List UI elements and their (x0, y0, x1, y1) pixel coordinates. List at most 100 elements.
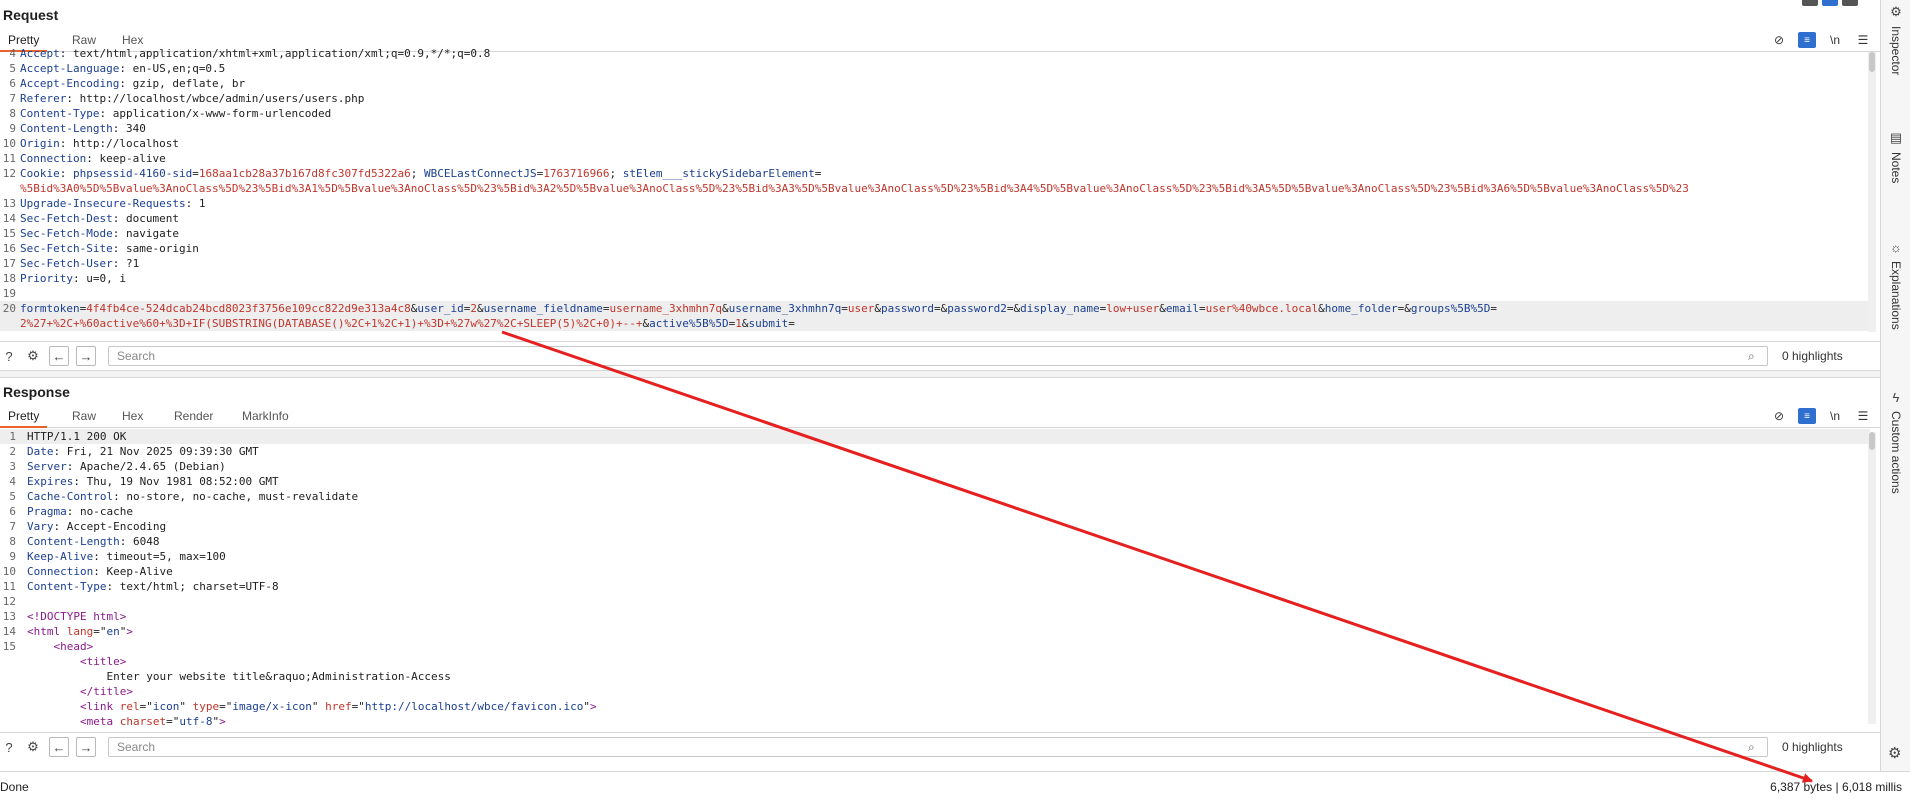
token: <html (27, 625, 67, 638)
request-line[interactable]: 7 Referer: http://localhost/wbce/admin/us… (0, 91, 1870, 106)
response-line[interactable]: 1 HTTP/1.1 200 OK (0, 429, 1870, 444)
response-line[interactable]: 5 Cache-Control: no-store, no-cache, must… (0, 489, 1870, 504)
response-line[interactable]: 3 Server: Apache/2.4.65 (Debian) (0, 459, 1870, 474)
request-line[interactable]: 11 Connection: keep-alive (0, 151, 1870, 166)
response-line[interactable]: 12 (0, 594, 1870, 609)
sidebar-item-notes[interactable]: ▤ Notes (1881, 130, 1910, 183)
response-line[interactable]: 4 Expires: Thu, 19 Nov 1981 08:52:00 GMT (0, 474, 1870, 489)
response-line[interactable]: 7 Vary: Accept-Encoding (0, 519, 1870, 534)
request-line[interactable]: 19 (0, 286, 1870, 301)
response-scrollbar-thumb[interactable] (1869, 432, 1875, 450)
pane-divider[interactable] (0, 370, 1880, 378)
response-line[interactable]: 9 Keep-Alive: timeout=5, max=100 (0, 549, 1870, 564)
response-line-text: Server: Apache/2.4.65 (Debian) (27, 459, 226, 474)
line-number: 16 (2, 242, 16, 255)
settings-gear-icon[interactable]: ⚙ (24, 347, 42, 365)
request-line[interactable]: 13 Upgrade-Insecure-Requests: 1 (0, 196, 1870, 211)
sidebar-settings-gear-icon[interactable]: ⚙ (1888, 744, 1901, 762)
token: =" (166, 715, 180, 725)
request-line[interactable]: 6 Accept-Encoding: gzip, deflate, br (0, 76, 1870, 91)
token: en (106, 625, 120, 638)
response-line-text: Cache-Control: no-store, no-cache, must-… (27, 489, 358, 504)
request-line[interactable]: 4 Accept: text/html,application/xhtml+xml… (0, 46, 1870, 61)
sidebar-item-custom-actions[interactable]: ϟ Custom actions (1881, 390, 1910, 494)
wrap-lines-icon[interactable]: ≡ (1798, 408, 1816, 424)
response-tab-hex[interactable]: Hex (114, 406, 151, 428)
request-line[interactable]: 16 Sec-Fetch-Site: same-origin (0, 241, 1870, 256)
request-line[interactable]: 14 Sec-Fetch-Dest: document (0, 211, 1870, 226)
response-line[interactable]: 6 Pragma: no-cache (0, 504, 1870, 519)
request-line-text: Connection: keep-alive (20, 151, 166, 166)
response-line[interactable]: <title> (0, 654, 1870, 669)
response-line[interactable]: 2 Date: Fri, 21 Nov 2025 09:39:30 GMT (0, 444, 1870, 459)
response-line[interactable]: <meta charset="utf-8"> (0, 714, 1870, 725)
response-line[interactable]: 8 Content-Length: 6048 (0, 534, 1870, 549)
help-icon[interactable]: ? (0, 738, 18, 756)
response-highlights-count: 0 highlights (1782, 740, 1843, 754)
response-tab-raw[interactable]: Raw (64, 406, 104, 428)
response-line[interactable]: 15 <head> (0, 639, 1870, 654)
response-editor[interactable]: 1 HTTP/1.1 200 OK 2 Date: Fri, 21 Nov 2025 … (0, 429, 1870, 725)
token: lang (66, 625, 94, 638)
token: Content-Type (20, 107, 100, 120)
previous-match-icon[interactable]: ← (49, 737, 69, 757)
token: Cache-Control (27, 490, 114, 503)
request-line[interactable]: 9 Content-Length: 340 (0, 121, 1870, 136)
response-tab-markinfo[interactable]: MarkInfo (234, 406, 297, 428)
request-line[interactable]: 2%27+%2C+%60active%60+%3D+IF(SUBSTRING(D… (0, 316, 1870, 331)
request-line[interactable]: 12 Cookie: phpsessid-4160-sid=168aa1cb28a… (0, 166, 1870, 181)
request-title: Request (3, 7, 59, 23)
request-line[interactable]: %5Bid%3A0%5D%5Bvalue%3AnoClass%5D%23%5Bi… (0, 181, 1870, 196)
request-line-text: Sec-Fetch-User: ?1 (20, 256, 139, 271)
response-scrollbar[interactable] (1868, 432, 1876, 724)
response-search-input[interactable] (108, 737, 1768, 757)
request-line-text: 2%27+%2C+%60active%60+%3D+IF(SUBSTRING(D… (20, 316, 795, 331)
request-line-text: formtoken = 4f4fb4ce-524dcab24bcd8023f3756… (20, 301, 1497, 316)
token: Connection (20, 152, 87, 165)
token: Sec-Fetch-Dest (20, 212, 113, 225)
token: Upgrade-Insecure-Requests (20, 197, 186, 210)
newline-toggle-icon[interactable]: \n (1826, 408, 1844, 424)
request-scrollbar-thumb[interactable] (1869, 52, 1875, 72)
response-tab-pretty[interactable]: Pretty (0, 406, 48, 428)
request-line[interactable]: 15 Sec-Fetch-Mode: navigate (0, 226, 1870, 241)
layout-vertical-button[interactable] (1822, 0, 1838, 6)
request-line[interactable]: 10 Origin: http://localhost (0, 136, 1870, 151)
request-line-text: %5Bid%3A0%5D%5Bvalue%3AnoClass%5D%23%5Bi… (20, 181, 1689, 196)
response-line[interactable]: 13 <!DOCTYPE html> (0, 609, 1870, 624)
request-line[interactable]: 8 Content-Type: application/x-www-form-ur… (0, 106, 1870, 121)
response-line-text: <head> (27, 639, 94, 654)
response-line[interactable]: 11 Content-Type: text/html; charset=UTF-8 (0, 579, 1870, 594)
response-line[interactable]: 14 <html lang="en"> (0, 624, 1870, 639)
response-line[interactable]: Enter your website title&raquo;Administr… (0, 669, 1870, 684)
response-line[interactable]: 10 Connection: Keep-Alive (0, 564, 1870, 579)
request-scrollbar[interactable] (1868, 52, 1876, 332)
request-search-input[interactable] (108, 346, 1768, 366)
token: ; (410, 167, 425, 180)
previous-match-icon[interactable]: ← (49, 346, 69, 366)
hide-nonprintable-icon[interactable]: ⊘ (1770, 408, 1788, 424)
token: <meta (79, 715, 120, 725)
response-line[interactable]: </title> (0, 684, 1870, 699)
token: Date (27, 445, 54, 458)
next-match-icon[interactable]: → (76, 737, 96, 757)
layout-horizontal-button[interactable] (1842, 0, 1858, 6)
response-line-text: HTTP/1.1 200 OK (27, 429, 126, 444)
request-line[interactable]: 20 formtoken = 4f4fb4ce-524dcab24bcd8023f37… (0, 301, 1870, 316)
response-tab-render[interactable]: Render (166, 406, 221, 428)
request-editor[interactable]: 4 Accept: text/html,application/xhtml+xml… (0, 46, 1870, 333)
layout-split-button[interactable] (1802, 0, 1818, 6)
request-line[interactable]: 5 Accept-Language: en-US,en;q=0.5 (0, 61, 1870, 76)
request-line[interactable]: 17 Sec-Fetch-User: ?1 (0, 256, 1870, 271)
sidebar-item-inspector[interactable]: ⚙ Inspector (1881, 4, 1910, 75)
next-match-icon[interactable]: → (76, 346, 96, 366)
response-line-text: <title> (27, 654, 126, 669)
response-line[interactable]: <link rel="icon" type="image/x-icon" hre… (0, 699, 1870, 714)
sidebar-item-explanations[interactable]: ☼ Explanations (1881, 240, 1910, 330)
settings-gear-icon[interactable]: ⚙ (24, 738, 42, 756)
help-icon[interactable]: ? (0, 347, 18, 365)
request-line[interactable]: 18 Priority: u=0, i (0, 271, 1870, 286)
menu-icon[interactable]: ☰ (1854, 408, 1872, 424)
token: : Fri, 21 Nov 2025 09:39:30 GMT (53, 445, 259, 458)
